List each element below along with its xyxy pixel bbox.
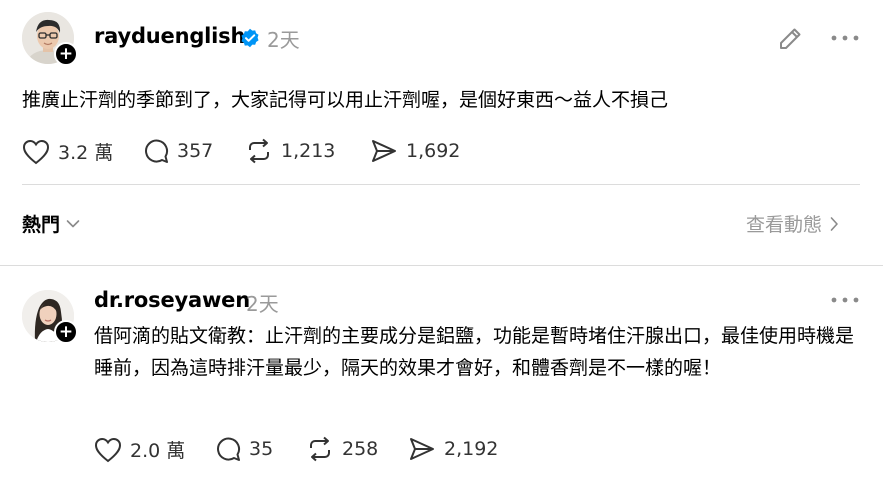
share-button[interactable]: 2,192	[408, 436, 498, 462]
share-button[interactable]: 1,692	[370, 138, 460, 164]
reply-count: 357	[177, 140, 214, 162]
heart-icon	[22, 139, 50, 164]
like-count: 2.0 萬	[130, 440, 186, 462]
view-activity-label: 查看動態	[746, 214, 823, 236]
share-count: 2,192	[444, 438, 499, 460]
reply-time: 2天	[246, 292, 279, 316]
repost-button[interactable]: 258	[306, 436, 378, 462]
sort-label: 熱門	[22, 214, 61, 236]
reply-text: 借阿滴的貼文衛教：止汗劑的主要成分是鋁鹽，功能是暫時堵住汗腺出口，最佳使用時機是…	[94, 325, 855, 379]
pencil-icon[interactable]	[776, 25, 804, 53]
sort-dropdown[interactable]: 熱門	[22, 210, 80, 237]
verified-badge-icon	[240, 28, 260, 52]
like-button[interactable]: 2.0 萬	[94, 436, 185, 463]
comment-icon	[217, 437, 241, 461]
reply-username[interactable]: dr.roseyawen	[94, 288, 250, 312]
post-text: 推廣止汗劑的季節到了，大家記得可以用止汗劑喔，是個好東西～益人不損己	[22, 89, 669, 111]
chevron-right-icon	[830, 216, 838, 231]
follow-plus-icon[interactable]: +	[54, 42, 78, 66]
reply-count: 35	[249, 438, 274, 460]
more-dots-icon[interactable]	[830, 290, 860, 310]
repost-count: 258	[342, 438, 379, 460]
reply-button[interactable]: 35	[215, 436, 273, 462]
heart-icon	[94, 437, 122, 462]
repost-icon	[310, 436, 330, 462]
follow-plus-icon[interactable]: +	[54, 320, 78, 344]
post-time: 2天	[267, 28, 300, 52]
chevron-down-icon	[66, 219, 80, 227]
view-activity-link[interactable]: 查看動態	[746, 210, 839, 237]
post-username[interactable]: rayduenglish	[94, 24, 245, 48]
reply-button[interactable]: 357	[143, 138, 213, 164]
like-count: 3.2 萬	[58, 142, 114, 164]
like-button[interactable]: 3.2 萬	[22, 138, 113, 165]
share-icon	[372, 140, 396, 162]
reply-post: + dr.roseyawen 2天 借阿滴的貼文衛教：止汗劑的主要成分是鋁鹽，功…	[0, 266, 883, 478]
more-dots-icon[interactable]	[830, 28, 860, 48]
share-count: 1,692	[406, 140, 461, 162]
repost-icon	[249, 138, 269, 164]
repost-count: 1,213	[281, 140, 336, 162]
comment-icon	[145, 139, 169, 163]
divider	[22, 184, 860, 185]
main-post: + rayduenglish 2天 推廣止汗劑的季節到了，大家記得可以用止汗劑喔…	[0, 0, 883, 190]
repost-button[interactable]: 1,213	[245, 138, 335, 164]
share-icon	[410, 438, 434, 460]
